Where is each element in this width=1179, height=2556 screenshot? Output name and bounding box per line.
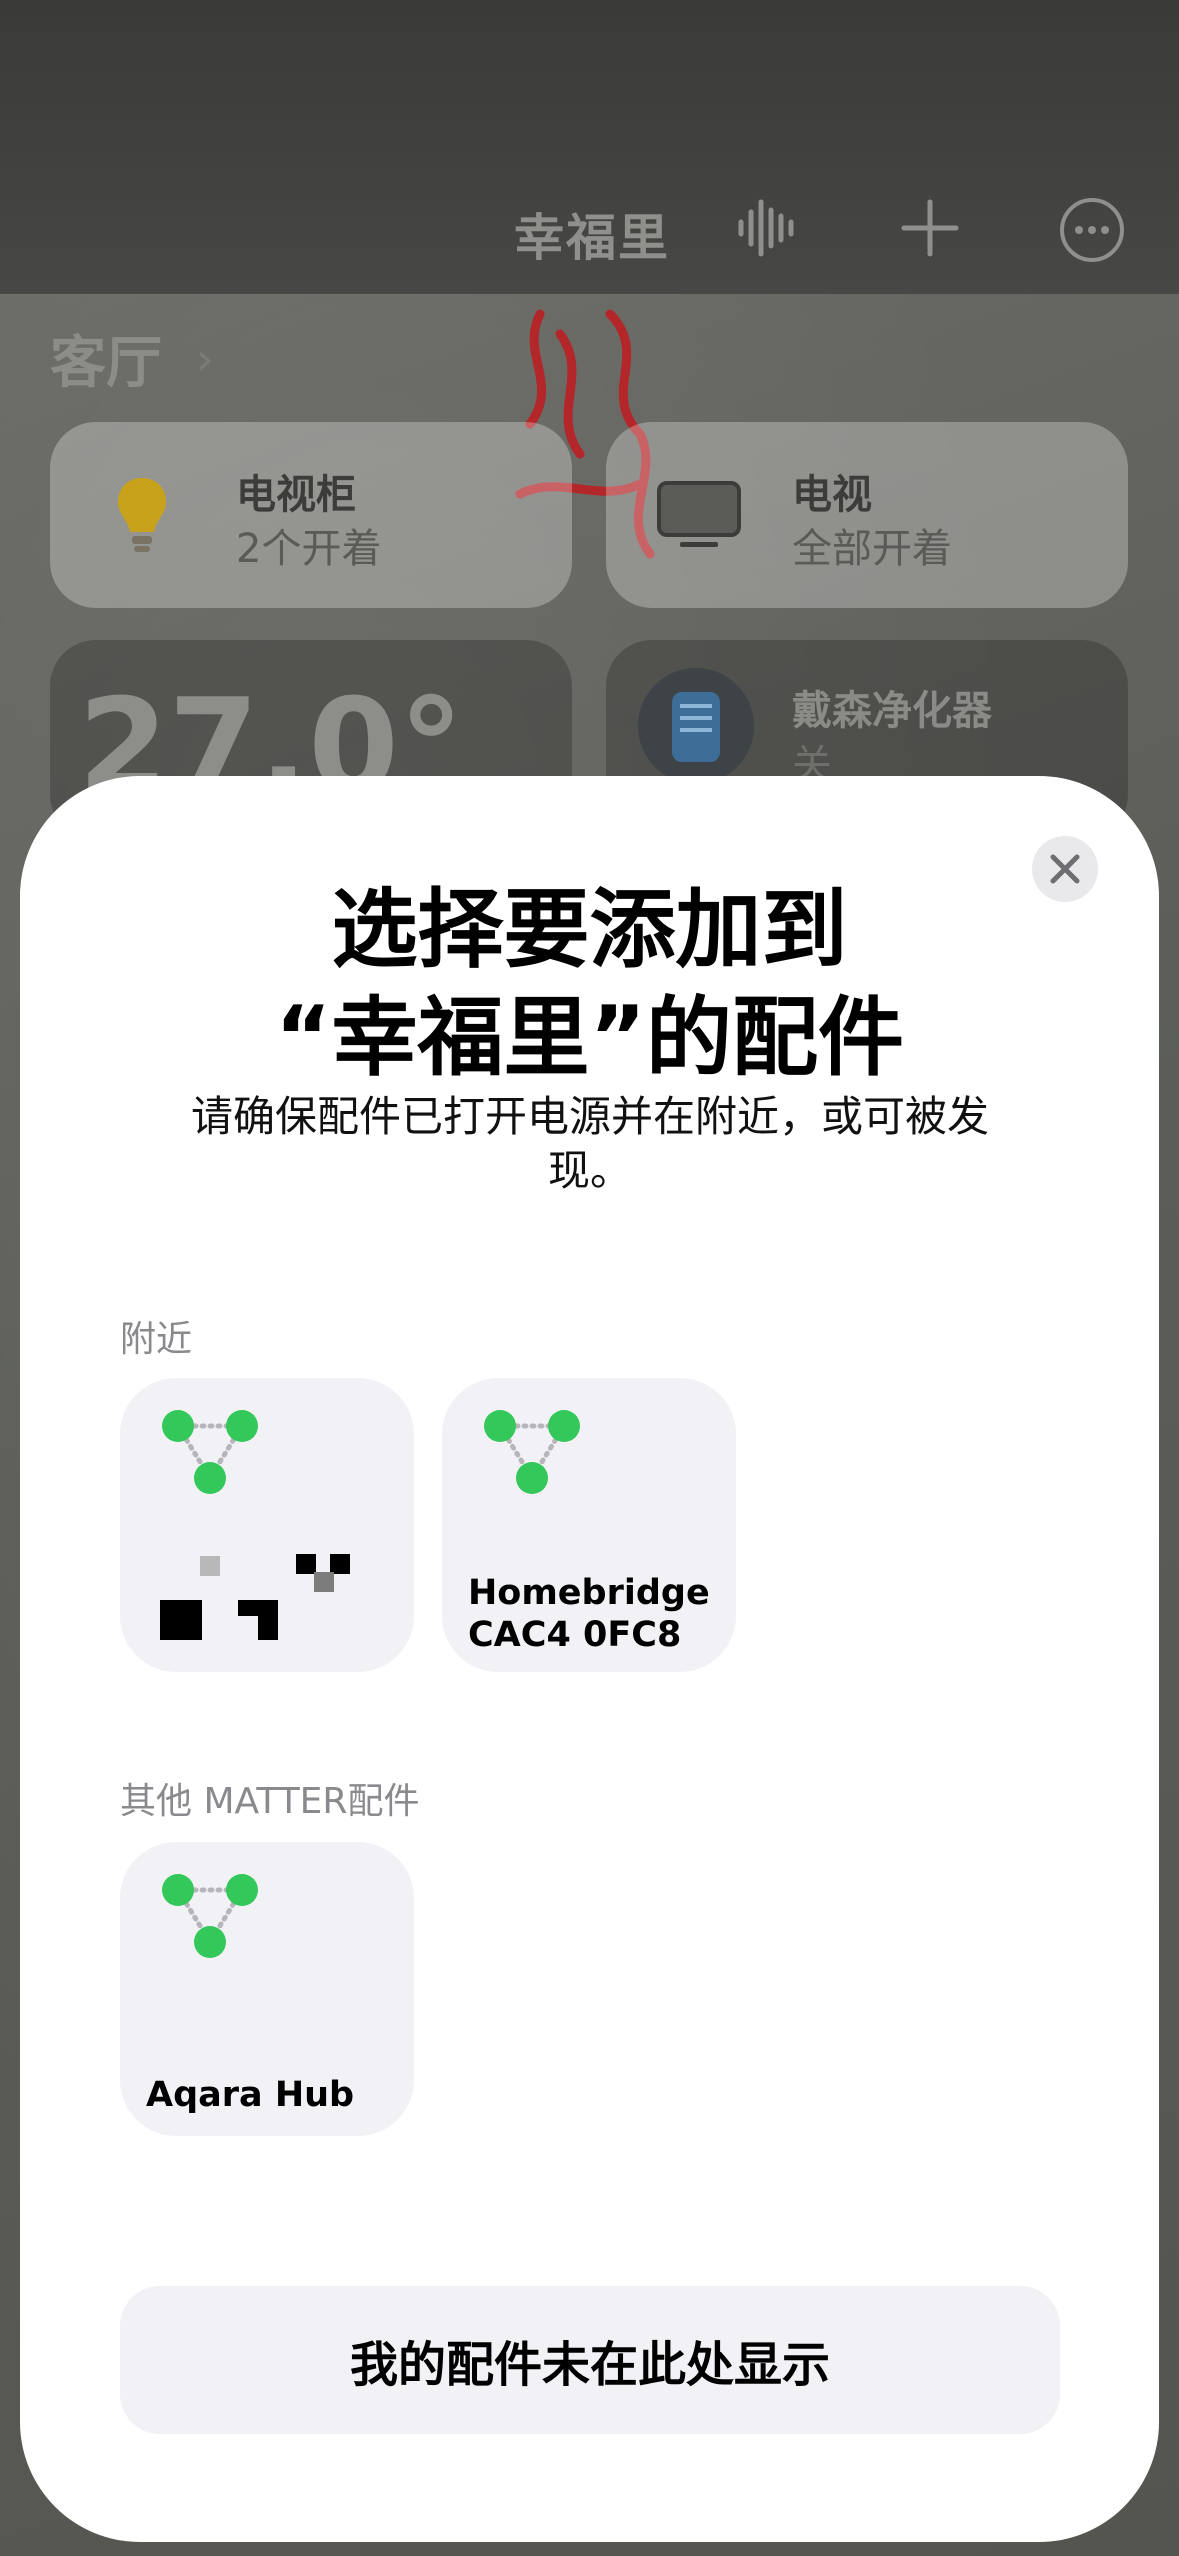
tile-name: 电视柜	[236, 472, 356, 518]
sheet-title: 选择要添加到 “幸福里”的配件	[274, 880, 905, 1088]
accessory-card[interactable]: Homebridge CAC4 0FC8	[442, 1378, 736, 1672]
redaction-block	[258, 1614, 278, 1640]
tile-tv-cabinet[interactable]: 电视柜 2个开着	[50, 422, 572, 608]
tile-tv[interactable]: 电视 全部开着	[606, 422, 1128, 608]
plus-icon[interactable]	[898, 196, 962, 260]
tile-name: 戴森净化器	[792, 688, 992, 734]
accessory-name: Homebridge CAC4 0FC8	[468, 1573, 710, 1655]
accessory-card[interactable]: Aqara Hub	[120, 1842, 414, 2136]
accessory-name: Aqara Hub	[146, 2075, 355, 2115]
tile-status: 2个开着	[236, 526, 382, 572]
tile-name: 电视	[792, 472, 872, 518]
sheet-subtitle: 请确保配件已打开电源并在附近，或可被发现。	[190, 1092, 989, 1195]
home-header: 幸福里	[0, 0, 1179, 294]
more-icon[interactable]	[1058, 196, 1126, 264]
redaction-block	[200, 1556, 220, 1576]
tile-status: 全部开着	[792, 526, 952, 572]
accessory-not-shown-button[interactable]: 我的配件未在此处显示	[120, 2286, 1060, 2434]
redaction-block	[314, 1572, 334, 1592]
matter-icon	[162, 1410, 258, 1494]
matter-icon	[484, 1410, 580, 1494]
section-label-other-matter: 其他 MATTER配件	[120, 1781, 420, 1822]
lightbulb-icon	[118, 478, 166, 552]
add-accessory-sheet: 选择要添加到 “幸福里”的配件 请确保配件已打开电源并在附近，或可被发现。 附近	[20, 776, 1159, 2542]
air-purifier-icon	[638, 668, 754, 784]
section-label-nearby: 附近	[120, 1319, 193, 1360]
tv-icon	[657, 481, 741, 547]
redaction-block	[160, 1600, 202, 1640]
redaction-block	[296, 1554, 316, 1574]
home-title[interactable]: 幸福里	[514, 198, 670, 270]
screen: 幸福里 客厅 › 电视柜 2个开着 电视 全部开着 27.0° 戴森净化器 关 …	[0, 0, 1179, 2556]
waveform-icon[interactable]	[735, 196, 799, 260]
chevron-right-icon: ›	[196, 334, 214, 385]
matter-icon	[162, 1874, 258, 1958]
redaction-block	[330, 1554, 350, 1574]
accessory-card[interactable]	[120, 1378, 414, 1672]
room-title[interactable]: 客厅	[50, 318, 162, 399]
